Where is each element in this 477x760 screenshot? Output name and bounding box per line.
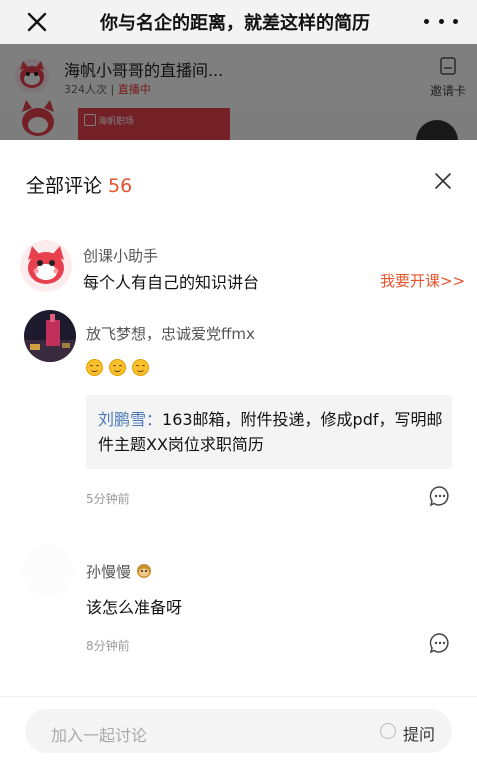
top-navbar: 你与名企的距离，就差这样的简历 [0,0,477,44]
comment-input[interactable]: 加入一起讨论 提问 [25,709,452,753]
close-icon[interactable] [432,170,454,192]
smile-emoji-icon [86,359,103,376]
reply-comment-icon[interactable] [429,632,451,654]
more-dots-icon[interactable] [424,11,458,31]
comment-text: 每个人有自己的知识讲台 [83,273,260,292]
reply-comment-icon[interactable] [429,485,451,507]
comment-text: 该怎么准备呀 [86,598,183,617]
sheet-title: 全部评论 56 [26,171,132,198]
comment-input-placeholder: 加入一起讨论 [51,726,148,745]
quoted-reply: 刘鹏雪：163邮箱，附件投递，修成pdf，写明邮件主题XX岗位求职简历 [86,395,452,469]
sheet-title-label: 全部评论 [26,175,103,197]
user-avatar[interactable] [24,310,76,362]
comment-count: 56 [108,175,133,197]
dim-overlay [0,44,477,140]
comment-composer: 加入一起讨论 提问 [0,696,477,760]
comment-author: 放飞梦想，忠诚爱党ffmx [86,325,255,343]
comment-sheet: 全部评论 56 创课小助手 每个人有自己的知识讲台 我要开课>> 放飞梦想，忠诚爱… [0,140,477,760]
comment-time: 5分钟前 [86,492,130,506]
emoji-row [86,359,149,376]
page-title: 你与名企的距离，就差这样的简历 [100,13,370,34]
smile-emoji-icon [109,359,126,376]
reply-author[interactable]: 刘鹏雪： [98,410,162,429]
background-page: 海帆小哥哥的直播间... 324人次 | 直播中 邀请卡 海帆职场 [0,44,477,140]
quoted-reply-body: 刘鹏雪：163邮箱，附件投递，修成pdf，写明邮件主题XX岗位求职简历 [98,407,444,457]
ask-question-radio[interactable] [380,723,396,739]
smile-emoji-icon [132,359,149,376]
comment-author: 孙慢慢 [86,561,152,582]
open-course-link[interactable]: 我要开课>> [380,270,465,291]
comment-author: 创课小助手 [83,247,159,265]
user-avatar[interactable] [22,545,74,597]
assistant-avatar[interactable] [20,240,72,292]
comment-time: 8分钟前 [86,639,130,653]
ask-question-label[interactable]: 提问 [403,721,435,745]
close-icon[interactable] [22,7,52,37]
comment-author-name: 孙慢慢 [86,563,132,581]
monkey-emoji-icon [136,564,151,578]
